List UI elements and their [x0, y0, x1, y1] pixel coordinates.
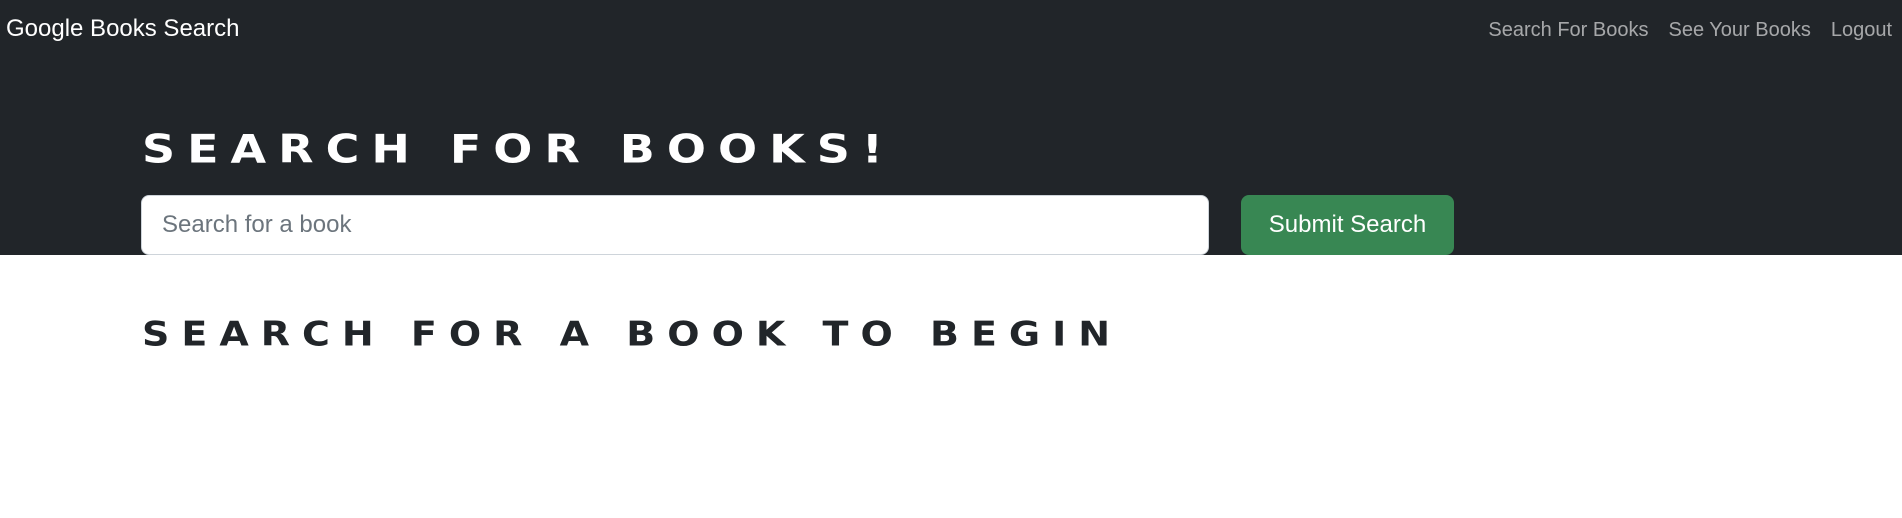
nav-link-saved-books[interactable]: See Your Books	[1668, 16, 1810, 44]
nav-link-logout[interactable]: Logout	[1831, 16, 1892, 44]
submit-search-button[interactable]: Submit Search	[1241, 195, 1454, 255]
search-input[interactable]	[141, 195, 1209, 255]
nav-link-search-books[interactable]: Search For Books	[1488, 16, 1648, 44]
page-title: SEARCH FOR BOOKS!	[142, 125, 895, 172]
search-hero: SEARCH FOR BOOKS! Submit Search	[0, 60, 1902, 255]
navbar: Google Books Search Search For Books See…	[0, 0, 1902, 60]
empty-results-heading: SEARCH FOR A BOOK TO BEGIN	[142, 313, 1123, 354]
nav-links: Search For Books See Your Books Logout	[1488, 16, 1892, 44]
brand-link[interactable]: Google Books Search	[6, 14, 239, 44]
